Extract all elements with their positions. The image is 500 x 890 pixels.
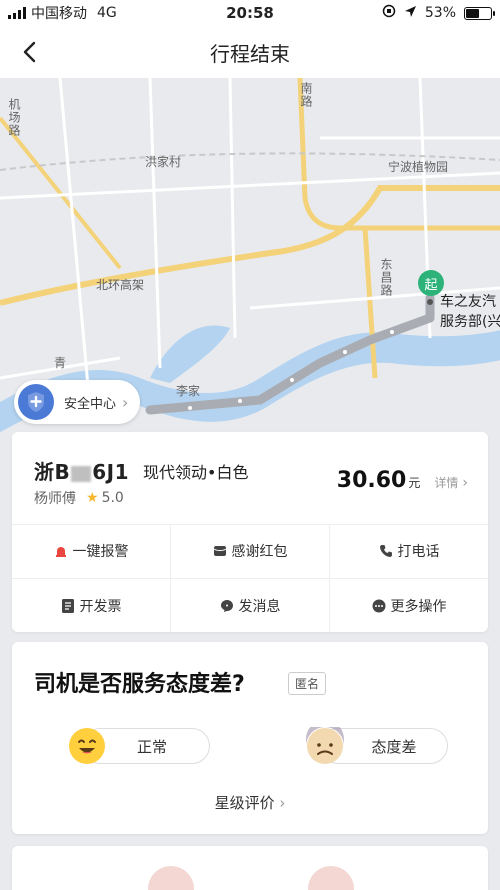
plate-mask [71,465,92,482]
emergency-alarm-button[interactable]: 一键报警 [12,524,170,578]
driver-info: 杨师傅 ★ 5.0 [34,488,124,508]
destination-line-1: 车之友汽 [440,294,496,310]
shield-plus-icon [18,384,54,420]
chevron-right-icon: › [122,392,129,412]
battery-icon [464,6,495,20]
more-icon [372,599,386,613]
anonymous-badge: 匿名 [288,672,327,695]
survey-question: 司机是否服务态度差? [34,672,245,697]
license-plate: 浙B 6J1 [34,460,130,484]
action-label: 发消息 [238,599,281,615]
map-label-dongchang-road: 东昌路 [379,258,393,297]
network-type: 4G [97,5,117,21]
destination-line-2: 服务部(兴 [440,314,500,330]
map-label-village: 洪家村 [145,155,182,169]
map-label-lijia: 李家 [176,384,201,398]
battery-percent: 53% [424,5,456,21]
driver-name: 杨师傅 [34,491,76,507]
map-label-road-nan: 南路 [299,82,313,108]
action-label: 打电话 [397,544,440,560]
map-label-highway: 北环高架 [96,278,145,292]
bottom-card [12,846,488,890]
detail-link: 详情 [434,476,459,490]
invoice-icon [61,599,75,613]
safety-center-button[interactable]: 安全中心 › [14,380,141,424]
action-label: 感谢红包 [231,544,288,560]
sad-face-icon [306,720,344,765]
action-label: 一键报警 [72,544,129,560]
page-title: 行程结束 [210,41,290,66]
chevron-right-icon: › [462,475,468,491]
option-label: 态度差 [371,737,417,756]
carrier-name: 中国移动 [31,6,87,22]
star-rating-label: 星级评价 [214,794,275,812]
red-packet-icon [213,544,227,558]
fare-unit: 元 [408,476,421,490]
map-label-airport-road: 机场路 [7,98,21,137]
option-label: 正常 [136,737,167,756]
chevron-right-icon: › [279,794,286,812]
back-icon[interactable] [16,38,44,66]
thank-red-packet-button[interactable]: 感谢红包 [171,524,329,578]
call-button[interactable]: 打电话 [330,524,488,578]
location-arrow-icon [404,5,417,22]
star-rating-link[interactable]: 星级评价 › [12,792,488,813]
driver-card: 浙B 6J1 现代领动•白色 杨师傅 ★ 5.0 30.60 元 详情 › 一键报… [12,432,488,632]
vehicle-info: 浙B 6J1 现代领动•白色 [34,456,248,485]
red-packet-icon[interactable] [148,866,194,890]
action-label: 更多操作 [390,599,447,615]
nav-bar: 行程结束 [0,26,500,78]
destination-label: 车之友汽 服务部(兴 [440,292,500,332]
phone-icon [379,544,393,558]
star-icon: ★ [86,490,99,506]
happy-face-icon [68,727,106,765]
service-survey-card: 司机是否服务态度差? 匿名 正常 态度差 星级评价 › [12,642,488,834]
alarm-light-icon [54,544,68,558]
safety-center-label: 安全中心 [64,396,117,412]
driver-rating: 5.0 [101,490,124,506]
invoice-button[interactable]: 开发票 [12,579,170,633]
orientation-lock-icon [382,4,396,22]
message-icon [220,599,234,613]
action-label: 开发票 [79,599,122,615]
status-bar: 中国移动 4G 20:58 53% [0,0,500,26]
map-label-qing: 青 [54,356,67,370]
fare-amount: 30.60 [336,468,407,493]
more-actions-button[interactable]: 更多操作 [330,579,488,633]
car-model: 现代领动•白色 [143,462,249,482]
gift-icon[interactable] [308,866,354,890]
signal-icon [8,7,26,19]
map-label-garden: 宁波植物园 [388,160,449,174]
send-message-button[interactable]: 发消息 [171,579,329,633]
fare-detail-button[interactable]: 30.60 元 详情 › [337,468,468,493]
